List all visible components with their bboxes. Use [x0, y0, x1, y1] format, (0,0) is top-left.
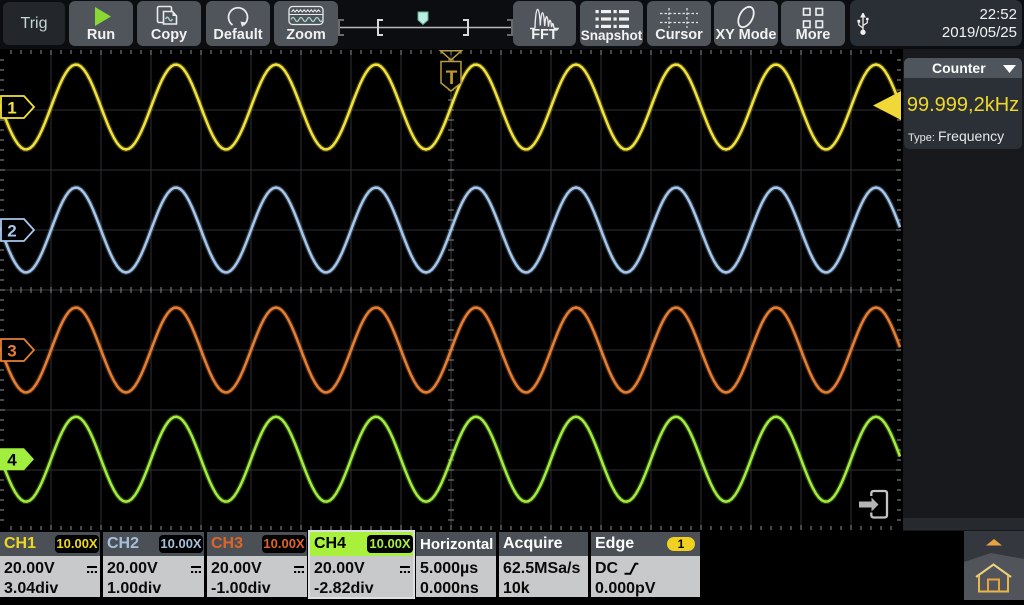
svg-text:4: 4	[7, 451, 17, 470]
svg-text:2: 2	[7, 221, 16, 240]
svg-text:3: 3	[7, 341, 16, 360]
svg-text:T: T	[446, 68, 458, 89]
svg-text:1: 1	[7, 98, 16, 117]
